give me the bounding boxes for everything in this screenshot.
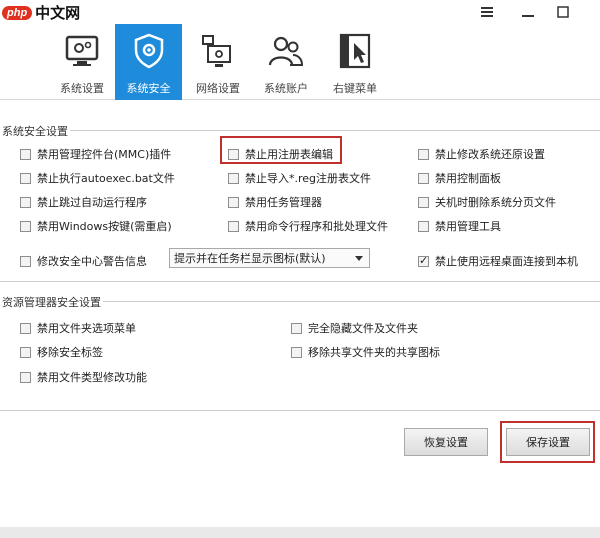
checkbox-box[interactable]: [418, 196, 429, 208]
checkbox-disable-folder-options[interactable]: 禁用文件夹选项菜单: [20, 320, 136, 336]
checkbox-label: 移除共享文件夹的共享图标: [308, 346, 440, 359]
checkbox-box[interactable]: [20, 220, 31, 232]
cursor-menu-icon: [335, 32, 375, 70]
checkbox-disable-restore-settings[interactable]: 禁止修改系统还原设置: [418, 146, 545, 162]
checkbox-disable-autoexec[interactable]: 禁止执行autoexec.bat文件: [20, 170, 175, 186]
checkbox-label: 禁用控制面板: [435, 172, 501, 185]
app-logo: php 中文网: [2, 2, 80, 23]
checkbox-label: 禁用管理工具: [435, 220, 501, 233]
checkbox-hide-files[interactable]: 完全隐藏文件及文件夹: [291, 320, 418, 336]
logo-php-badge: php: [2, 5, 33, 20]
chevron-down-icon: [355, 256, 363, 261]
network-icon: [198, 32, 238, 70]
tab-label: 系统设置: [60, 82, 104, 95]
tab-network-settings[interactable]: 网络设置: [187, 24, 249, 100]
checkbox-box[interactable]: [228, 196, 239, 208]
checkbox-label: 禁用Windows按键(需重启): [37, 220, 172, 233]
computer-gear-icon: [62, 32, 102, 70]
checkbox-label: 禁用文件类型修改功能: [37, 371, 147, 384]
checkbox-box[interactable]: [20, 196, 31, 208]
tab-system-settings[interactable]: 系统设置: [52, 24, 112, 100]
checkbox-remove-security-tab[interactable]: 移除安全标签: [20, 344, 103, 360]
checkbox-box[interactable]: [20, 322, 31, 334]
maximize-icon[interactable]: [552, 2, 574, 22]
checkbox-label: 完全隐藏文件及文件夹: [308, 322, 418, 335]
checkbox-label: 禁止导入*.reg注册表文件: [245, 172, 372, 185]
logo-text: 中文网: [35, 4, 81, 22]
checkbox-label: 禁用文件夹选项菜单: [37, 322, 136, 335]
checkbox-label: 禁止跳过自动运行程序: [37, 196, 147, 209]
settings-panel: 系统安全设置 禁用管理控件台(MMC)插件 禁止执行autoexec.bat文件…: [0, 101, 600, 538]
checkbox-disable-taskmgr[interactable]: 禁用任务管理器: [228, 194, 322, 210]
bottom-edge: [0, 527, 600, 538]
checkbox-box[interactable]: [418, 254, 429, 267]
checkbox-disable-control-panel[interactable]: 禁用控制面板: [418, 170, 501, 186]
users-icon: [266, 32, 306, 70]
checkbox-box[interactable]: [20, 371, 31, 383]
checkbox-disable-cmd[interactable]: 禁用命令行程序和批处理文件: [228, 218, 388, 234]
checkbox-box[interactable]: [418, 172, 429, 184]
checkbox-disable-admin-tools[interactable]: 禁用管理工具: [418, 218, 501, 234]
checkbox-box[interactable]: [20, 346, 31, 358]
system-security-title: 系统安全设置: [0, 123, 70, 139]
security-alert-select[interactable]: 提示并在任务栏显示图标(默认): [169, 248, 370, 268]
checkbox-label: 禁用任务管理器: [245, 196, 322, 209]
checkbox-skip-autorun[interactable]: 禁止跳过自动运行程序: [20, 194, 147, 210]
checkbox-box[interactable]: [291, 346, 302, 358]
tab-system-security[interactable]: 系统安全: [115, 24, 182, 100]
checkbox-modify-security-alert[interactable]: 修改安全中心警告信息: [20, 253, 147, 269]
checkbox-disable-mmc[interactable]: 禁用管理控件台(MMC)插件: [20, 146, 171, 162]
checkbox-disable-filetype-edit[interactable]: 禁用文件类型修改功能: [20, 369, 147, 385]
tab-system-accounts[interactable]: 系统账户: [255, 24, 317, 100]
checkbox-label: 禁止修改系统还原设置: [435, 148, 545, 161]
checkbox-disable-win-key[interactable]: 禁用Windows按键(需重启): [20, 218, 172, 234]
checkbox-box[interactable]: [20, 172, 31, 184]
tab-label: 系统安全: [126, 82, 171, 95]
main-toolbar: 系统设置 系统安全 网络设置 系统账户 右键菜单: [0, 24, 600, 100]
menu-icon[interactable]: [476, 2, 498, 22]
shield-gear-icon: [129, 32, 169, 70]
checkbox-label: 禁用命令行程序和批处理文件: [245, 220, 388, 233]
checkbox-disable-reg-import[interactable]: 禁止导入*.reg注册表文件: [228, 170, 371, 186]
tab-label: 网络设置: [196, 82, 240, 95]
checkbox-label: 禁止执行autoexec.bat文件: [37, 172, 175, 185]
checkbox-label: 禁用管理控件台(MMC)插件: [37, 148, 172, 161]
tab-label: 右键菜单: [333, 82, 377, 95]
checkbox-remove-share-icon[interactable]: 移除共享文件夹的共享图标: [291, 344, 440, 360]
checkbox-box[interactable]: [418, 220, 429, 232]
tab-label: 系统账户: [264, 82, 308, 95]
tab-context-menu[interactable]: 右键菜单: [324, 24, 386, 100]
restore-settings-button[interactable]: 恢复设置: [404, 428, 488, 456]
checkbox-box[interactable]: [418, 148, 429, 160]
checkbox-label: 禁止使用远程桌面连接到本机: [435, 255, 578, 268]
select-value: 提示并在任务栏显示图标(默认): [174, 252, 326, 265]
checkbox-label: 修改安全中心警告信息: [37, 255, 147, 268]
checkbox-box[interactable]: [291, 322, 302, 334]
checkbox-disable-remote-desktop[interactable]: 禁止使用远程桌面连接到本机: [418, 253, 578, 269]
checkbox-box[interactable]: [20, 255, 31, 267]
checkbox-label: 关机时删除系统分页文件: [435, 196, 556, 209]
explorer-security-title: 资源管理器安全设置: [0, 294, 103, 310]
checkbox-box[interactable]: [20, 148, 31, 160]
checkbox-box[interactable]: [228, 172, 239, 184]
save-settings-button[interactable]: 保存设置: [506, 428, 590, 456]
title-bar: php 中文网: [0, 0, 600, 24]
highlight-box-regedit: [220, 136, 342, 164]
checkbox-box[interactable]: [228, 220, 239, 232]
checkbox-delete-pagefile[interactable]: 关机时删除系统分页文件: [418, 194, 556, 210]
minimize-icon[interactable]: [517, 2, 539, 22]
checkbox-label: 移除安全标签: [37, 346, 103, 359]
